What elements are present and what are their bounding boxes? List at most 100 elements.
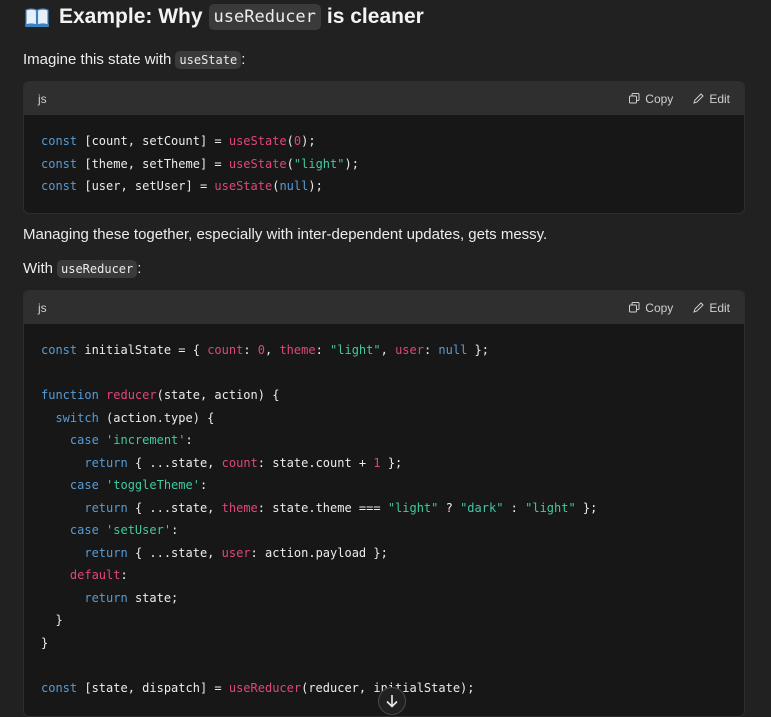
code-line: return { ...state, count: state.count + … bbox=[41, 452, 727, 475]
code-token: theme bbox=[279, 343, 316, 357]
code-token: useState bbox=[214, 179, 273, 193]
code-block-header: js Copy Edit bbox=[24, 291, 744, 324]
code-token: : bbox=[423, 343, 439, 357]
code-token: [state, dispatch] = bbox=[84, 680, 229, 695]
code-token: 0 bbox=[257, 343, 265, 357]
code-token: 'toggleTheme' bbox=[106, 478, 200, 492]
code-line: const initialState = { count: 0, theme: … bbox=[41, 339, 727, 362]
code-token: (action.type) { bbox=[106, 410, 215, 425]
code-token: count bbox=[221, 455, 258, 470]
code-line: const [theme, setTheme] = useState("ligh… bbox=[41, 153, 727, 176]
code-token: const bbox=[41, 179, 85, 193]
code-token: ( bbox=[286, 134, 294, 148]
code-token: default bbox=[69, 568, 121, 582]
code-line: } bbox=[41, 632, 727, 655]
code-token: ); bbox=[301, 134, 316, 148]
code-token: }; bbox=[467, 343, 490, 357]
code-line: return state; bbox=[41, 587, 727, 610]
code-token: : bbox=[503, 500, 526, 515]
code-token: const bbox=[41, 156, 85, 171]
edit-button[interactable]: Edit bbox=[693, 301, 730, 315]
code-token: "light" bbox=[525, 500, 576, 515]
code-token: reducer bbox=[106, 388, 157, 402]
heading-code: useReducer bbox=[208, 4, 321, 30]
code-token: state; bbox=[134, 590, 179, 605]
pencil-icon bbox=[693, 302, 705, 313]
with-paragraph: With useReducer: bbox=[23, 260, 142, 278]
code-token: ? bbox=[438, 500, 461, 515]
code-line: const [count, setCount] = useState(0); bbox=[41, 130, 727, 153]
code-token: [theme, setTheme] = bbox=[84, 156, 229, 171]
code-token: (state, action) { bbox=[156, 388, 280, 402]
code-token: : bbox=[171, 523, 179, 537]
code-token: return bbox=[84, 455, 135, 470]
code-token: : action.payload }; bbox=[250, 545, 388, 560]
code-token: useState bbox=[228, 134, 287, 148]
code-token: initialState = { bbox=[84, 343, 208, 357]
code-token: useReducer bbox=[228, 680, 302, 695]
copy-icon bbox=[629, 302, 640, 313]
intro-colon: : bbox=[241, 51, 246, 68]
code-token: return bbox=[84, 590, 135, 605]
open-book-icon bbox=[25, 7, 49, 27]
code-token: : bbox=[243, 343, 258, 357]
code-token: [user, setUser] = bbox=[84, 179, 215, 193]
edit-button[interactable]: Edit bbox=[693, 92, 730, 106]
code-token: , bbox=[380, 343, 396, 357]
code-token: , bbox=[265, 343, 280, 357]
code-token: count bbox=[207, 343, 244, 357]
heading-prefix: Example: Why bbox=[59, 5, 203, 28]
code-token: return bbox=[84, 500, 135, 515]
with-text: With bbox=[23, 260, 53, 277]
with-colon: : bbox=[137, 260, 142, 277]
heading-suffix: is cleaner bbox=[326, 5, 424, 28]
code-line: switch (action.type) { bbox=[41, 407, 727, 430]
copy-button[interactable]: Copy bbox=[629, 92, 673, 106]
code-token: : state.count + bbox=[257, 455, 374, 470]
code-token: const bbox=[41, 680, 85, 695]
code-line: case 'increment': bbox=[41, 429, 727, 452]
code-token: const bbox=[41, 343, 85, 357]
code-line: return { ...state, theme: state.theme ==… bbox=[41, 497, 727, 520]
code-token: } bbox=[41, 613, 63, 627]
code-token: function bbox=[41, 388, 107, 402]
code-language: js bbox=[38, 300, 47, 315]
code-token: }; bbox=[380, 455, 403, 470]
code-token: user bbox=[221, 545, 251, 560]
intro-paragraph: Imagine this state with useState: bbox=[23, 51, 246, 69]
code-token: 'setUser' bbox=[106, 523, 172, 537]
code-token: case bbox=[69, 478, 107, 492]
code-token: } bbox=[41, 635, 49, 650]
code-token: "dark" bbox=[460, 500, 504, 515]
code-body: const [count, setCount] = useState(0); co… bbox=[24, 115, 744, 198]
pencil-icon bbox=[693, 93, 705, 104]
code-token: return bbox=[84, 545, 135, 560]
code-token: [count, setCount] = bbox=[84, 134, 229, 148]
code-token: useState bbox=[228, 156, 287, 171]
code-language: js bbox=[38, 91, 47, 106]
code-token: ( bbox=[286, 156, 294, 171]
code-token: ); bbox=[308, 179, 323, 193]
code-line: default: bbox=[41, 564, 727, 587]
scroll-down-button[interactable] bbox=[378, 687, 406, 715]
section-heading: Example: Why useReducer is cleaner bbox=[25, 4, 424, 30]
copy-label: Copy bbox=[645, 300, 674, 315]
code-token: null bbox=[279, 179, 309, 193]
code-token: : state.theme === bbox=[257, 500, 388, 515]
copy-button[interactable]: Copy bbox=[629, 301, 673, 315]
code-token: { ...state, bbox=[134, 500, 222, 515]
code-token: "light" bbox=[293, 156, 345, 171]
code-token: 1 bbox=[373, 455, 381, 470]
code-line: case 'toggleTheme': bbox=[41, 474, 727, 497]
code-line: } bbox=[41, 609, 727, 632]
copy-label: Copy bbox=[645, 91, 674, 106]
